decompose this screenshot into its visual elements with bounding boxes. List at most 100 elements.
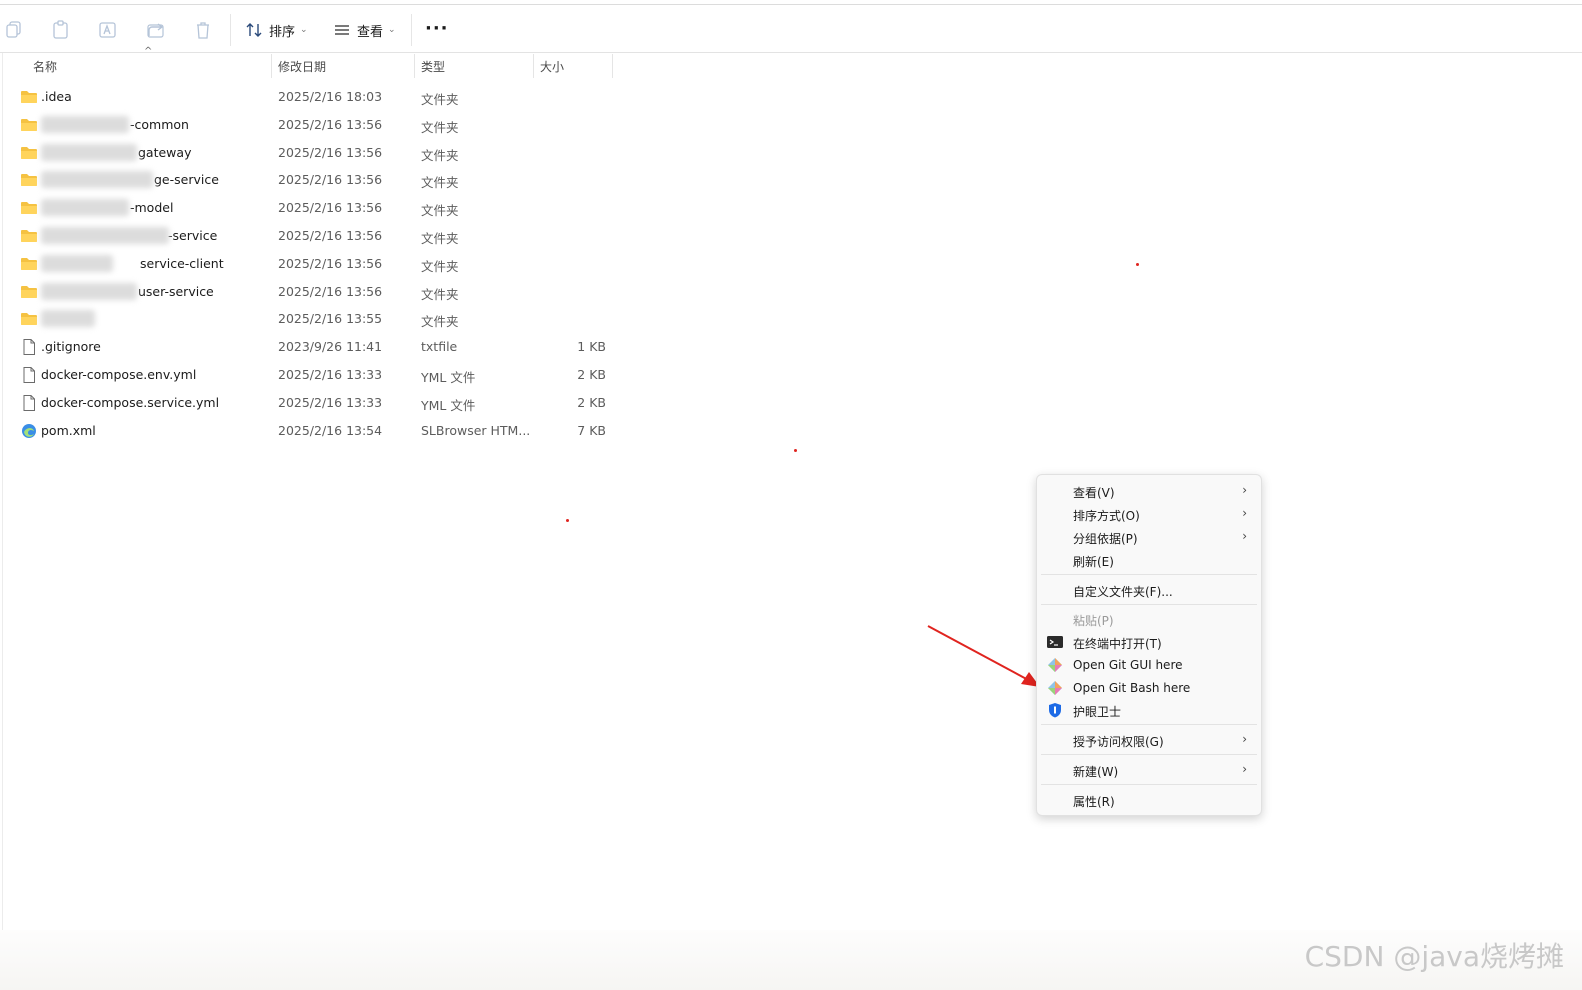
browser-file-icon <box>20 423 38 439</box>
menu-separator <box>1041 724 1257 725</box>
file-type: YML 文件 <box>421 370 476 385</box>
file-size: 7 KB <box>577 422 606 438</box>
file-row[interactable]: -model 2025/2/16 13:56 文件夹 <box>0 195 640 222</box>
menu-item-label: 排序方式(O) <box>1073 509 1140 523</box>
file-name: ge-service <box>154 172 219 188</box>
file-name: -service <box>168 228 218 243</box>
file-type: 文件夹 <box>421 286 459 302</box>
paste-icon[interactable] <box>50 19 72 41</box>
redacted-name-blur <box>41 199 129 217</box>
file-type: SLBrowser HTM... <box>421 422 531 438</box>
menu-item-customize-folder[interactable]: 自定义文件夹(F)... <box>1037 579 1261 601</box>
file-type: 文件夹 <box>421 119 459 135</box>
file-type: YML 文件 <box>421 397 476 413</box>
redacted-name-blur <box>41 282 137 300</box>
menu-item-grant-access[interactable]: 授予访问权限(G) › <box>1037 729 1261 751</box>
column-divider[interactable] <box>271 54 272 78</box>
file-type: 文件夹 <box>421 147 459 163</box>
menu-item-label: 属性(R) <box>1073 795 1115 809</box>
column-header-size[interactable]: 大小 <box>540 54 564 78</box>
file-name: user-service <box>138 283 214 299</box>
menu-item-eye-guard[interactable]: 护眼卫士 <box>1037 699 1261 721</box>
file-name: docker-compose.env.yml <box>41 367 197 382</box>
file-date: 2025/2/16 13:56 <box>278 144 383 160</box>
file-name: -model <box>130 200 174 216</box>
file-type: 文件夹 <box>421 314 459 330</box>
menu-item-git-bash[interactable]: Open Git Bash here <box>1037 677 1261 699</box>
redacted-name-blur <box>41 254 113 272</box>
file-date: 2025/2/16 13:55 <box>278 311 383 327</box>
file-size: 2 KB <box>577 394 606 410</box>
redacted-name-blur <box>41 143 137 161</box>
column-header-name[interactable]: 名称 <box>33 54 57 78</box>
chevron-right-icon: › <box>1242 762 1247 776</box>
file-row[interactable]: .gitignore 2023/9/26 11:41 txtfile 1 KB <box>0 334 640 361</box>
copy-icon[interactable] <box>4 19 26 41</box>
menu-item-view[interactable]: 查看(V) › <box>1037 480 1261 502</box>
column-divider[interactable] <box>612 54 613 78</box>
column-header-date[interactable]: 修改日期 <box>278 54 326 78</box>
file-row[interactable]: 2025/2/16 13:55 文件夹 <box>0 306 640 333</box>
menu-item-properties[interactable]: 属性(R) <box>1037 789 1261 811</box>
folder-icon <box>20 172 38 188</box>
menu-item-open-terminal[interactable]: 在终端中打开(T) <box>1037 631 1261 653</box>
file-type: 文件夹 <box>421 175 459 191</box>
column-divider[interactable] <box>533 54 534 78</box>
terminal-icon <box>1047 636 1063 648</box>
column-header-type[interactable]: 类型 <box>421 54 445 78</box>
file-row[interactable]: .idea 2025/2/16 18:03 文件夹 <box>0 84 640 111</box>
file-row[interactable]: docker-compose.service.yml 2025/2/16 13:3… <box>0 390 640 417</box>
annotation-dot <box>1136 263 1139 266</box>
more-options-button[interactable]: ··· <box>425 18 449 39</box>
context-menu: 查看(V) › 排序方式(O) › 分组依据(P) › 刷新(E) 自定义文件夹… <box>1036 474 1262 816</box>
folder-icon <box>20 256 38 272</box>
menu-item-group-by[interactable]: 分组依据(P) › <box>1037 526 1261 548</box>
menu-item-git-gui[interactable]: Open Git GUI here <box>1037 654 1261 676</box>
file-date: 2025/2/16 13:33 <box>278 394 383 410</box>
file-row[interactable]: gateway 2025/2/16 13:56 文件夹 <box>0 140 640 167</box>
chevron-right-icon: › <box>1242 732 1247 746</box>
delete-icon[interactable] <box>192 19 214 41</box>
file-row[interactable]: -service 2025/2/16 13:56 文件夹 <box>0 223 640 250</box>
file-date: 2025/2/16 13:56 <box>278 200 383 216</box>
file-row[interactable]: pom.xml 2025/2/16 13:54 SLBrowser HTM... 7 … <box>0 418 640 445</box>
file-date: 2025/2/16 13:54 <box>278 422 383 438</box>
command-bar: 排序 ⌄ 查看 ⌄ ··· <box>0 6 1582 53</box>
menu-item-label: 自定义文件夹(F)... <box>1073 585 1173 599</box>
file-type: 文件夹 <box>421 258 459 274</box>
menu-separator <box>1041 574 1257 575</box>
file-row[interactable]: docker-compose.env.yml 2025/2/16 13:33 YML… <box>0 362 640 389</box>
menu-item-label: 在终端中打开(T) <box>1073 637 1162 651</box>
file-row[interactable]: -common 2025/2/16 13:56 文件夹 <box>0 112 640 139</box>
menu-item-sort-by[interactable]: 排序方式(O) › <box>1037 503 1261 525</box>
share-icon[interactable] <box>145 19 167 41</box>
toolbar-separator <box>411 14 412 46</box>
menu-item-label: Open Git Bash here <box>1073 681 1191 695</box>
sort-button[interactable]: 排序 ⌄ <box>245 16 308 44</box>
file-size: 2 KB <box>577 367 606 382</box>
file-type: 文件夹 <box>421 92 459 107</box>
menu-item-paste: 粘贴(P) <box>1037 608 1261 630</box>
file-row[interactable]: service-client 2025/2/16 13:56 文件夹 <box>0 251 640 278</box>
rename-icon[interactable] <box>97 19 119 41</box>
annotation-dot <box>566 519 569 522</box>
redacted-name-blur <box>41 115 129 133</box>
view-button[interactable]: 查看 ⌄ <box>333 16 396 44</box>
menu-item-new[interactable]: 新建(W) › <box>1037 759 1261 781</box>
chevron-down-icon: ⌄ <box>300 25 308 35</box>
file-date: 2025/2/16 13:56 <box>278 228 383 243</box>
column-divider[interactable] <box>414 54 415 78</box>
menu-item-label: 刷新(E) <box>1073 555 1114 569</box>
annotation-arrow-icon <box>927 625 1040 687</box>
sort-icon <box>246 23 262 37</box>
file-size: 1 KB <box>577 339 606 355</box>
menu-separator <box>1041 604 1257 605</box>
chevron-right-icon: › <box>1242 529 1247 543</box>
view-icon <box>335 25 349 35</box>
file-row[interactable]: ge-service 2025/2/16 13:56 文件夹 <box>0 167 640 194</box>
view-label: 查看 <box>357 24 384 40</box>
folder-icon <box>20 228 38 244</box>
menu-item-refresh[interactable]: 刷新(E) <box>1037 549 1261 571</box>
sort-label: 排序 <box>269 24 296 40</box>
file-row[interactable]: user-service 2025/2/16 13:56 文件夹 <box>0 279 640 306</box>
